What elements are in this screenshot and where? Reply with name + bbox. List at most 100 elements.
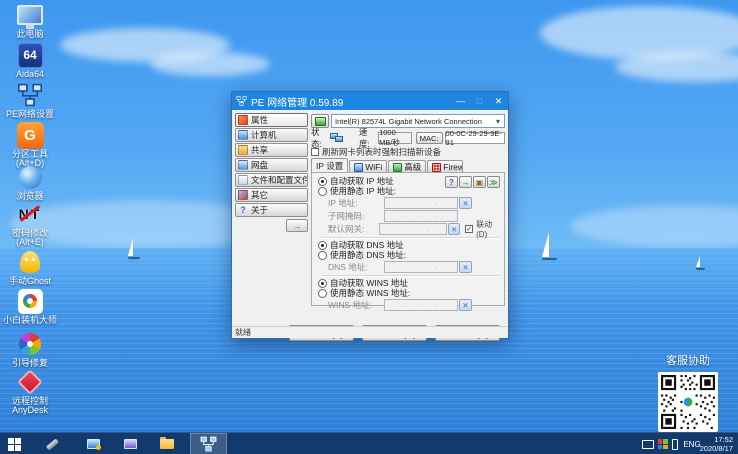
sailboat bbox=[696, 256, 705, 270]
auto-ip-radio[interactable] bbox=[318, 176, 327, 186]
support-qr-block: 客服协助 bbox=[652, 352, 724, 432]
desktop-icon-aida64[interactable]: 64 Aida64 bbox=[2, 42, 58, 79]
speed-value: 1000 MB/秒 bbox=[378, 128, 412, 147]
maximize-button: □ bbox=[476, 96, 483, 106]
desktop-icon-xiaobai[interactable]: 小白装机大师 bbox=[2, 288, 58, 325]
desktop-icon-this-pc[interactable]: 此电脑 bbox=[2, 2, 58, 39]
wifi-icon bbox=[354, 162, 364, 172]
clear-dns-button[interactable]: ✕ bbox=[459, 261, 472, 273]
desktop-icon-browser[interactable]: 浏览器 bbox=[2, 164, 58, 201]
taskbar-pe-network-task[interactable] bbox=[190, 433, 227, 454]
pe-network-window: PE 网络管理 0.59.89 — □ ✕ 属性 计算机 共享 网盘 文件和配置… bbox=[231, 91, 509, 341]
clear-gateway-button[interactable]: ✕ bbox=[448, 223, 461, 235]
display-icon bbox=[86, 439, 101, 450]
tray-usb-icon[interactable] bbox=[670, 433, 680, 454]
desktop-icon-password-reset[interactable]: NT 密码修改 (Alt+E) bbox=[2, 201, 58, 247]
sidebar-item-computer[interactable]: 计算机 bbox=[235, 128, 308, 142]
diskgenius-icon: G bbox=[16, 121, 44, 149]
minimize-button[interactable]: — bbox=[451, 92, 470, 110]
shares-icon bbox=[238, 145, 248, 155]
desktop-icon-pe-network[interactable]: PE网络设置 bbox=[2, 82, 58, 119]
gateway-input[interactable]: . . . bbox=[379, 223, 448, 235]
sailboat bbox=[542, 232, 557, 260]
tab-bar: IP 设置 WiFi 高级 Firew bbox=[311, 158, 505, 173]
sidebar-next-button[interactable]: → bbox=[286, 219, 308, 232]
qr-caption: 客服协助 bbox=[666, 355, 710, 367]
ip-address-input[interactable]: . . . bbox=[384, 197, 458, 209]
clear-wins-button[interactable]: ✕ bbox=[459, 299, 472, 311]
computer-icon bbox=[238, 130, 248, 140]
installer-icon bbox=[17, 288, 43, 314]
profiles-icon bbox=[238, 175, 248, 185]
more-button[interactable]: ≫ bbox=[487, 176, 500, 188]
ip-settings-panel: ? → ▣ ≫ 自动获取 IP 地址 使用静态 IP 地址: IP 地址: . … bbox=[311, 172, 505, 311]
computer-icon bbox=[17, 5, 43, 29]
misc-icon bbox=[238, 190, 248, 200]
network-drive-icon bbox=[238, 160, 248, 170]
tray-color-icon[interactable] bbox=[656, 433, 669, 454]
adapter-select[interactable]: Intel(R) 82574L Gigabit Network Connecti… bbox=[331, 114, 505, 128]
nt-password-icon: NT bbox=[16, 203, 44, 225]
color-settings-icon bbox=[657, 439, 668, 449]
connection-status-icon bbox=[330, 133, 344, 143]
static-wins-radio[interactable] bbox=[318, 288, 327, 298]
mac-label[interactable]: MAC: bbox=[415, 132, 443, 144]
help-button[interactable]: ? bbox=[445, 176, 458, 188]
auto-dns-radio[interactable] bbox=[318, 240, 327, 250]
force-rescan-label: 刷新网卡列表时强制扫描新设备 bbox=[322, 146, 442, 157]
desktop-icon-boot-repair[interactable]: 引导修复 bbox=[2, 331, 58, 368]
monitor-icon bbox=[642, 439, 654, 449]
taskbar: ENG 17:52 2020/8/17 bbox=[0, 432, 738, 454]
sailboat bbox=[128, 238, 140, 259]
apply-ip-button[interactable]: → bbox=[459, 176, 472, 188]
sidebar-item-shares[interactable]: 共享 bbox=[235, 143, 308, 157]
start-button[interactable] bbox=[2, 433, 26, 454]
wins-input[interactable]: . . . bbox=[384, 299, 458, 311]
titlebar[interactable]: PE 网络管理 0.59.89 — □ ✕ bbox=[232, 92, 508, 110]
static-ip-radio[interactable] bbox=[318, 186, 327, 196]
window-statusbar: 就绪 bbox=[232, 326, 508, 338]
advanced-icon bbox=[393, 162, 403, 172]
sidebar-item-misc[interactable]: 其它 bbox=[235, 188, 308, 202]
static-dns-radio[interactable] bbox=[318, 250, 327, 260]
sidebar-item-profiles[interactable]: 文件和配置文件 bbox=[235, 173, 308, 187]
clear-ip-button[interactable]: ✕ bbox=[459, 197, 472, 209]
paste-button[interactable]: ▣ bbox=[473, 176, 486, 188]
desktop-icon-ghost[interactable]: 手动Ghost bbox=[2, 249, 58, 286]
desktop-icon-diskgenius[interactable]: G 分区工具 (Alt+D) bbox=[2, 121, 58, 168]
pinwheel-icon bbox=[19, 333, 41, 355]
pc-icon bbox=[123, 439, 137, 449]
taskbar-computer-button[interactable] bbox=[120, 433, 140, 454]
sidebar-item-properties[interactable]: 属性 bbox=[235, 113, 308, 127]
network-nodes-icon bbox=[18, 83, 42, 107]
sidebar: 属性 计算机 共享 网盘 文件和配置文件 其它 ? 关于 → bbox=[235, 113, 308, 232]
close-button[interactable]: ✕ bbox=[489, 92, 508, 110]
taskbar-display-button[interactable] bbox=[83, 433, 103, 454]
subnet-mask-input[interactable]: . . . bbox=[384, 210, 458, 222]
folder-icon bbox=[160, 437, 174, 449]
cloud bbox=[150, 52, 270, 76]
taskbar-clock[interactable]: 17:52 2020/8/17 bbox=[697, 433, 737, 454]
desktop-icon-anydesk[interactable]: 远程控制 AnyDesk bbox=[2, 369, 58, 415]
window-title: PE 网络管理 0.59.89 bbox=[251, 97, 344, 109]
network-nodes-icon bbox=[200, 436, 217, 452]
globe-icon bbox=[18, 165, 42, 189]
force-rescan-checkbox[interactable] bbox=[311, 147, 319, 156]
window-body: 属性 计算机 共享 网盘 文件和配置文件 其它 ? 关于 → Intel(R) … bbox=[232, 110, 508, 341]
sidebar-item-netdrive[interactable]: 网盘 bbox=[235, 158, 308, 172]
taskbar-explorer-button[interactable] bbox=[157, 433, 177, 454]
sidebar-item-about[interactable]: ? 关于 bbox=[235, 203, 308, 217]
dns-input[interactable]: . . . bbox=[384, 261, 458, 273]
firewall-icon bbox=[432, 162, 442, 172]
ghost-icon bbox=[20, 251, 40, 273]
properties-icon bbox=[238, 115, 248, 125]
anydesk-icon bbox=[17, 369, 43, 395]
qr-code bbox=[658, 372, 718, 432]
taskbar-tools-button[interactable] bbox=[42, 433, 62, 454]
windows-logo-icon bbox=[7, 437, 21, 451]
tray-display-icon[interactable] bbox=[641, 433, 655, 454]
auto-wins-radio[interactable] bbox=[318, 278, 327, 288]
link-checkbox[interactable]: ✓ bbox=[465, 225, 474, 233]
tab-ip-settings[interactable]: IP 设置 bbox=[311, 158, 349, 173]
tool-icon bbox=[45, 437, 59, 451]
